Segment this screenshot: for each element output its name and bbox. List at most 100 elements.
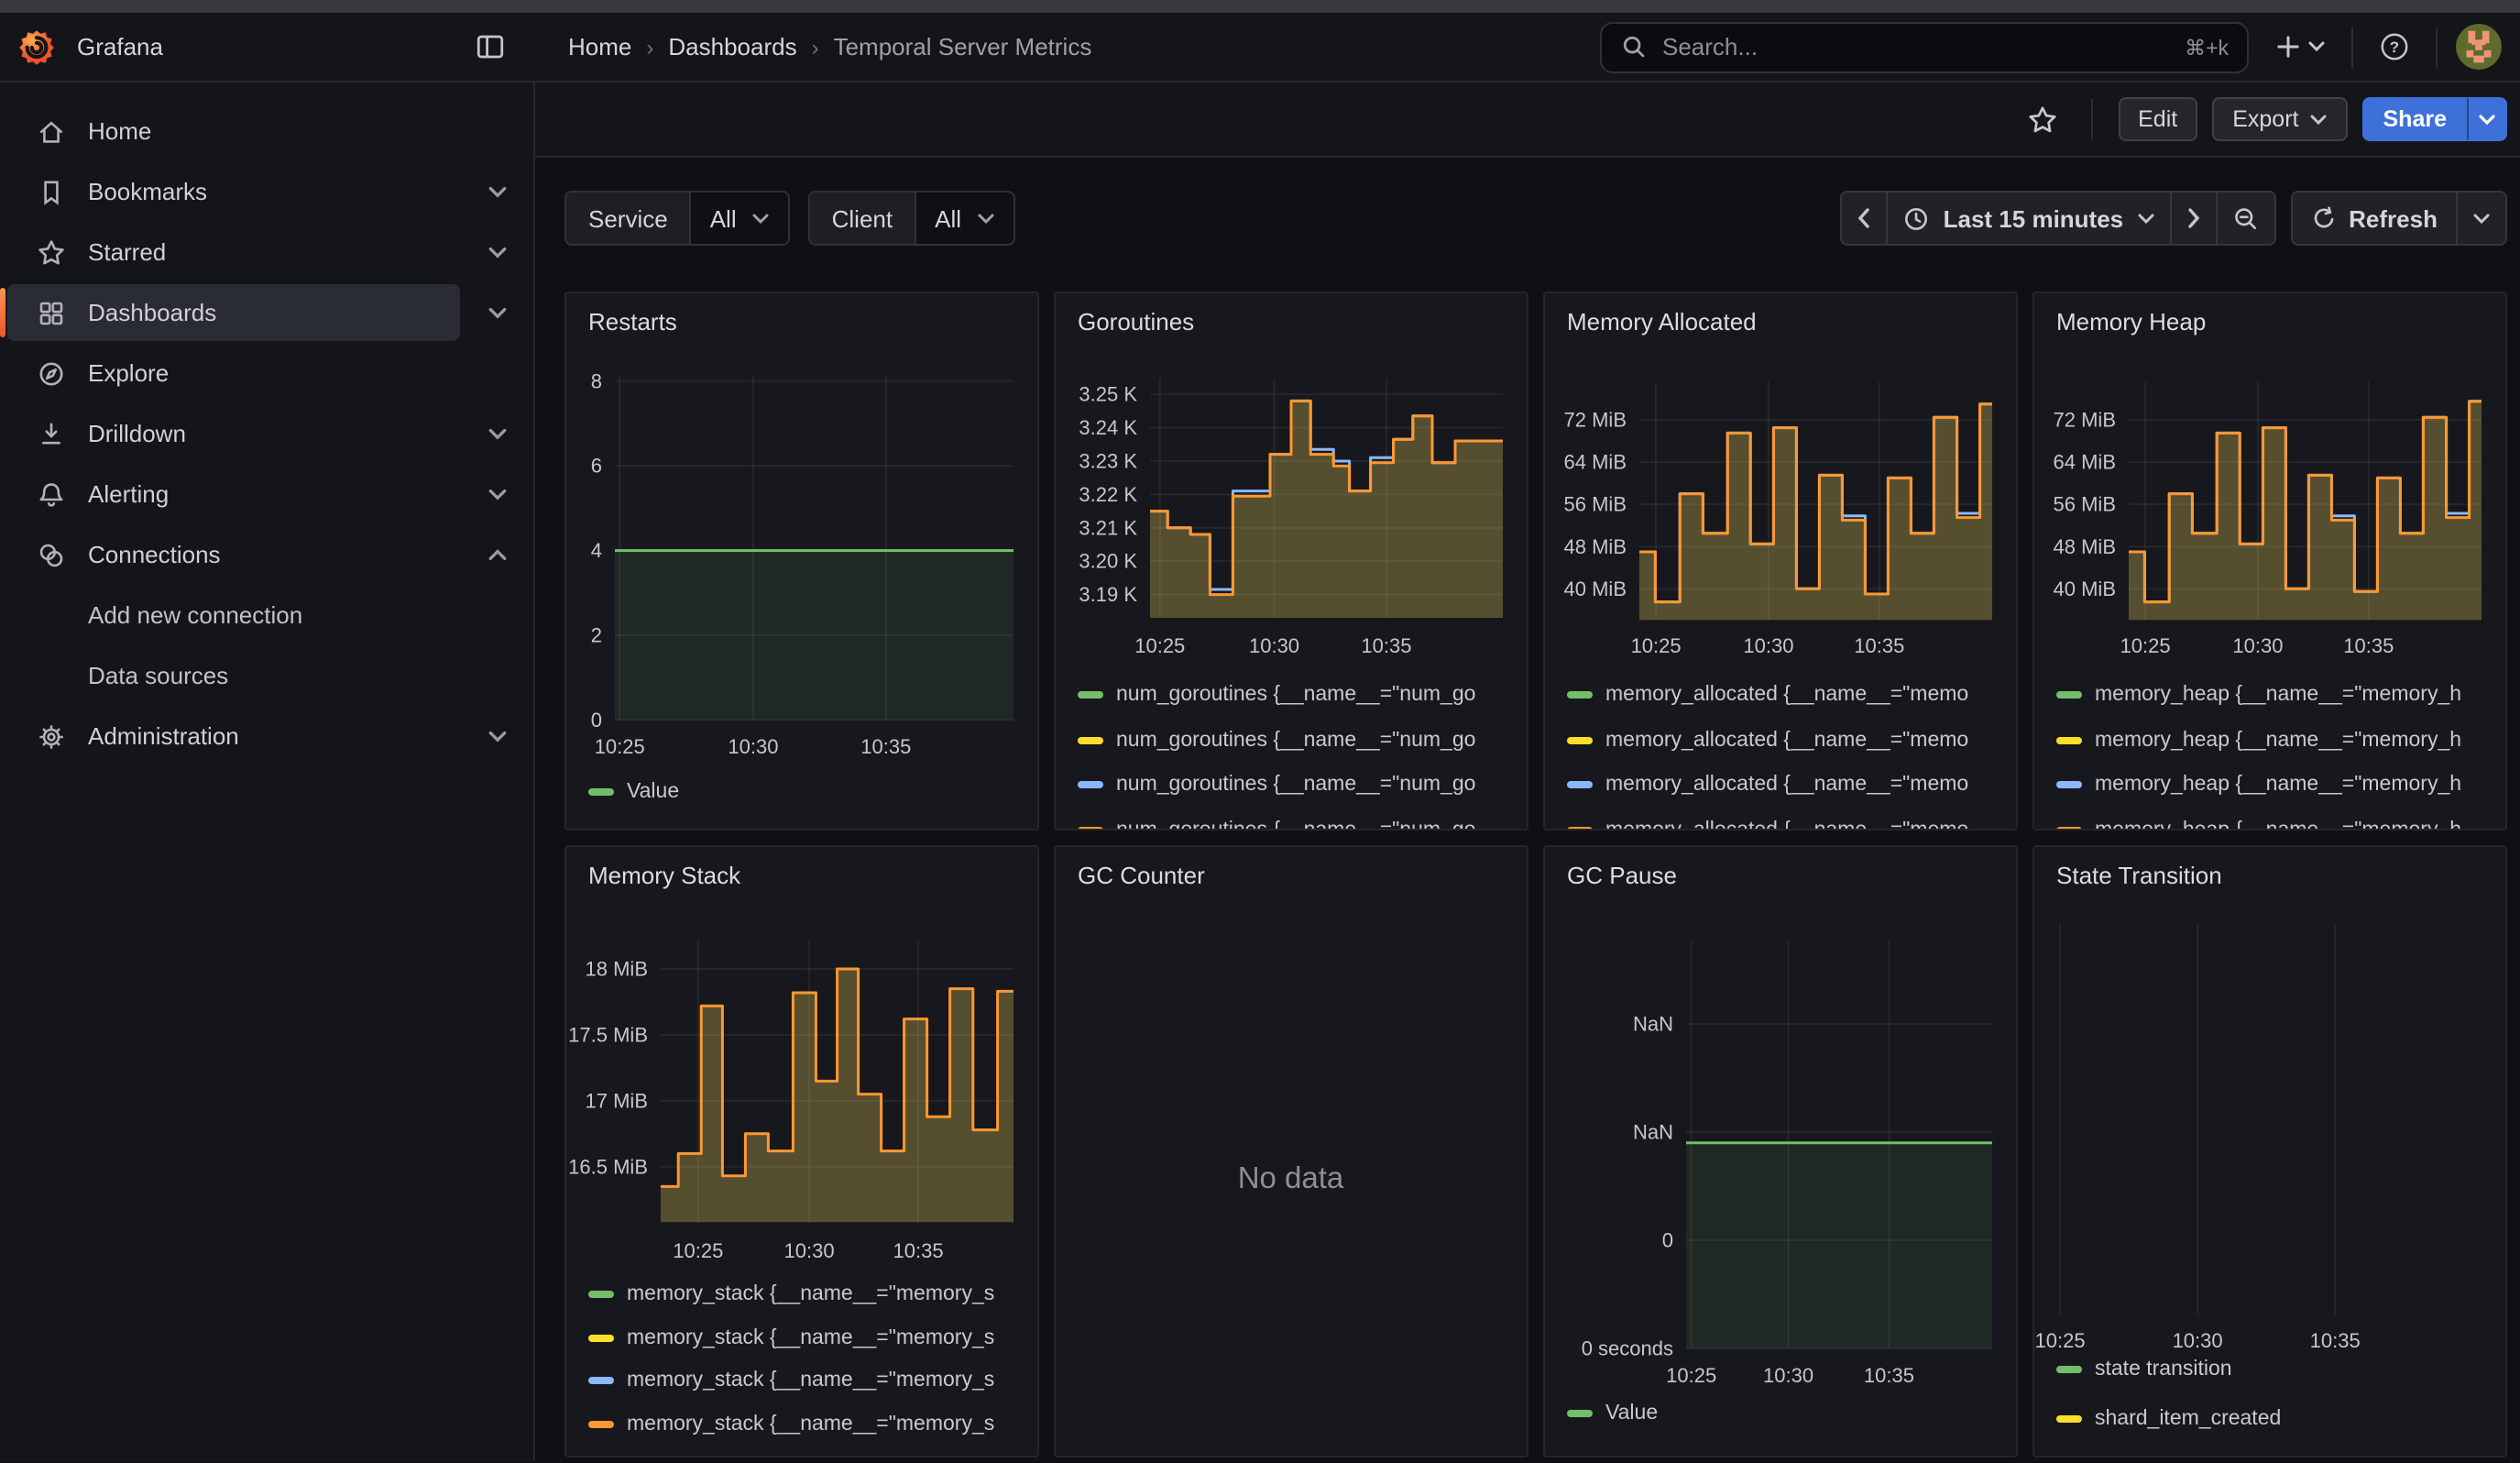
share-button[interactable]: Share (2363, 97, 2468, 141)
chevron-down-icon (976, 212, 994, 225)
breadcrumb-home[interactable]: Home (568, 33, 631, 60)
legend-item[interactable]: num_goroutines {__name__="num_go (1078, 725, 1522, 754)
export-button-label: Export (2232, 106, 2298, 132)
zoom-out-button[interactable] (2217, 192, 2273, 244)
legend-series-label: state transition (2095, 1358, 2232, 1380)
breadcrumb-separator: › (646, 34, 653, 60)
help-icon[interactable]: ? (2372, 24, 2417, 70)
legend-series-dash (1078, 827, 1103, 830)
svg-text:10:30: 10:30 (1763, 1364, 1813, 1387)
legend-item[interactable]: memory_allocated {__name__="memo (1567, 770, 2011, 799)
legend-series-dash (588, 788, 614, 796)
sidebar-item-dashboards[interactable]: Dashboards (0, 282, 533, 343)
legend-item[interactable]: memory_allocated {__name__="memo (1567, 725, 2011, 754)
refresh-button[interactable]: Refresh (2292, 192, 2458, 244)
panel-chart[interactable]: 0 seconds0NaNNaN10:2510:3010:35 (1545, 847, 2017, 1458)
chevron-down-icon[interactable] (488, 729, 508, 743)
chevron-down-icon[interactable] (488, 184, 508, 199)
legend-item[interactable]: memory_allocated {__name__="memo (1567, 680, 2011, 710)
refresh-interval-chevron[interactable] (2458, 192, 2505, 244)
chevron-down-icon[interactable] (488, 245, 508, 259)
sidebar-item-label: Dashboards (88, 299, 216, 326)
svg-text:10:25: 10:25 (595, 735, 645, 758)
legend-item[interactable]: memory_allocated {__name__="memo (1567, 816, 2011, 830)
svg-text:0: 0 (591, 709, 602, 732)
sidebar-item-explore[interactable]: Explore (0, 343, 533, 403)
legend-item[interactable]: num_goroutines {__name__="num_go (1078, 816, 1522, 830)
sidebar-item-label: Administration (88, 722, 239, 750)
compass-icon (37, 358, 66, 388)
gear-icon (37, 721, 66, 751)
legend-item[interactable]: shard_item_created (2056, 1403, 2501, 1433)
search-input[interactable]: Search... ⌘+k (1600, 21, 2249, 72)
legend-item[interactable]: memory_stack {__name__="memory_s (588, 1367, 1033, 1396)
user-avatar[interactable] (2456, 24, 2502, 70)
panel-title[interactable]: GC Counter (1078, 862, 1205, 889)
panel-chart[interactable]: 0246810:2510:3010:35 (566, 293, 1038, 830)
legend-item[interactable]: memory_stack {__name__="memory_s (588, 1323, 1033, 1352)
svg-text:72 MiB: 72 MiB (2054, 409, 2116, 432)
sidebar-item-starred[interactable]: Starred (0, 222, 533, 282)
sidebar-item-bookmarks[interactable]: Bookmarks (0, 161, 533, 222)
time-shift-back-button[interactable] (1843, 192, 1889, 244)
bell-icon (37, 479, 66, 509)
legend-item[interactable]: memory_heap {__name__="memory_h (2056, 816, 2501, 830)
client-variable-dropdown[interactable]: All (916, 192, 1013, 244)
breadcrumb: Home › Dashboards › Temporal Server Metr… (568, 33, 1600, 60)
sidebar-subitem-add-new-connection[interactable]: Add new connection (0, 585, 533, 645)
sidebar-item-connections[interactable]: Connections (0, 524, 533, 585)
legend-series-label: memory_stack {__name__="memory_s (627, 1414, 994, 1436)
sidebar-item-highlight (7, 405, 460, 462)
service-variable-dropdown[interactable]: All (692, 192, 788, 244)
export-button[interactable]: Export (2212, 97, 2348, 141)
connections-icon (37, 540, 66, 569)
chevron-down-icon[interactable] (488, 487, 508, 501)
chevron-up-icon[interactable] (488, 547, 508, 562)
sidebar-item-administration[interactable]: Administration (0, 706, 533, 766)
sidebar-item-alerting[interactable]: Alerting (0, 464, 533, 524)
search-placeholder: Search... (1662, 33, 2170, 60)
legend-item[interactable]: memory_heap {__name__="memory_h (2056, 680, 2501, 710)
legend-item[interactable]: memory_stack {__name__="memory_s (588, 1410, 1033, 1439)
active-accent-bar (0, 288, 5, 337)
legend-series-label: num_goroutines {__name__="num_go (1116, 729, 1475, 751)
sidebar-item-drilldown[interactable]: Drilldown (0, 403, 533, 464)
legend-item[interactable]: state transition (2056, 1355, 2501, 1384)
svg-text:3.22 K: 3.22 K (1079, 483, 1137, 506)
panel-gc-pause: GC Pause0 seconds0NaNNaN10:2510:3010:35V… (1543, 845, 2017, 1458)
nav-main-section: Home › Dashboards › Temporal Server Metr… (535, 13, 2520, 81)
refresh-group: Refresh (2290, 191, 2507, 246)
legend-item[interactable]: num_goroutines {__name__="num_go (1078, 770, 1522, 799)
share-menu-chevron[interactable] (2467, 97, 2507, 141)
template-variables: Service All Client All (564, 191, 1014, 246)
legend-item[interactable]: memory_heap {__name__="memory_h (2056, 725, 2501, 754)
sidebar-item-highlight (7, 224, 460, 280)
home-icon (37, 116, 66, 146)
legend-item[interactable]: memory_stack {__name__="memory_s (588, 1280, 1033, 1309)
panel-goroutines: Goroutines3.19 K3.20 K3.21 K3.22 K3.23 K… (1054, 292, 1528, 830)
legend-item[interactable]: memory_heap {__name__="memory_h (2056, 770, 2501, 799)
edit-button[interactable]: Edit (2118, 97, 2197, 141)
legend-item[interactable]: num_goroutines {__name__="num_go (1078, 680, 1522, 710)
chevron-down-icon (2472, 212, 2491, 225)
dashboard-toolbar: Edit Export Share (535, 82, 2520, 158)
chevron-down-icon[interactable] (488, 305, 508, 320)
time-range-picker[interactable]: Last 15 minutes (1889, 192, 2172, 244)
sidebar-subitem-data-sources[interactable]: Data sources (0, 645, 533, 706)
client-variable: Client All (808, 191, 1014, 246)
legend-series-dash (2056, 827, 2082, 830)
legend-item[interactable]: Value (1567, 1399, 2011, 1428)
time-shift-forward-button[interactable] (2171, 192, 2217, 244)
legend-item[interactable]: Value (588, 777, 1033, 807)
sidebar-item-label: Bookmarks (88, 178, 207, 205)
favorite-star-button[interactable] (2019, 96, 2065, 142)
legend-series-label: Value (1605, 1402, 1658, 1424)
sidebar-item-home[interactable]: Home (0, 101, 533, 161)
add-new-button[interactable] (2267, 26, 2333, 68)
sidebar-item-highlight (7, 345, 460, 402)
panel-toggle-icon[interactable] (467, 24, 513, 70)
chevron-down-icon[interactable] (488, 426, 508, 441)
svg-text:40 MiB: 40 MiB (2054, 578, 2116, 600)
svg-text:64 MiB: 64 MiB (1564, 451, 1627, 474)
breadcrumb-dashboards[interactable]: Dashboards (668, 33, 796, 60)
